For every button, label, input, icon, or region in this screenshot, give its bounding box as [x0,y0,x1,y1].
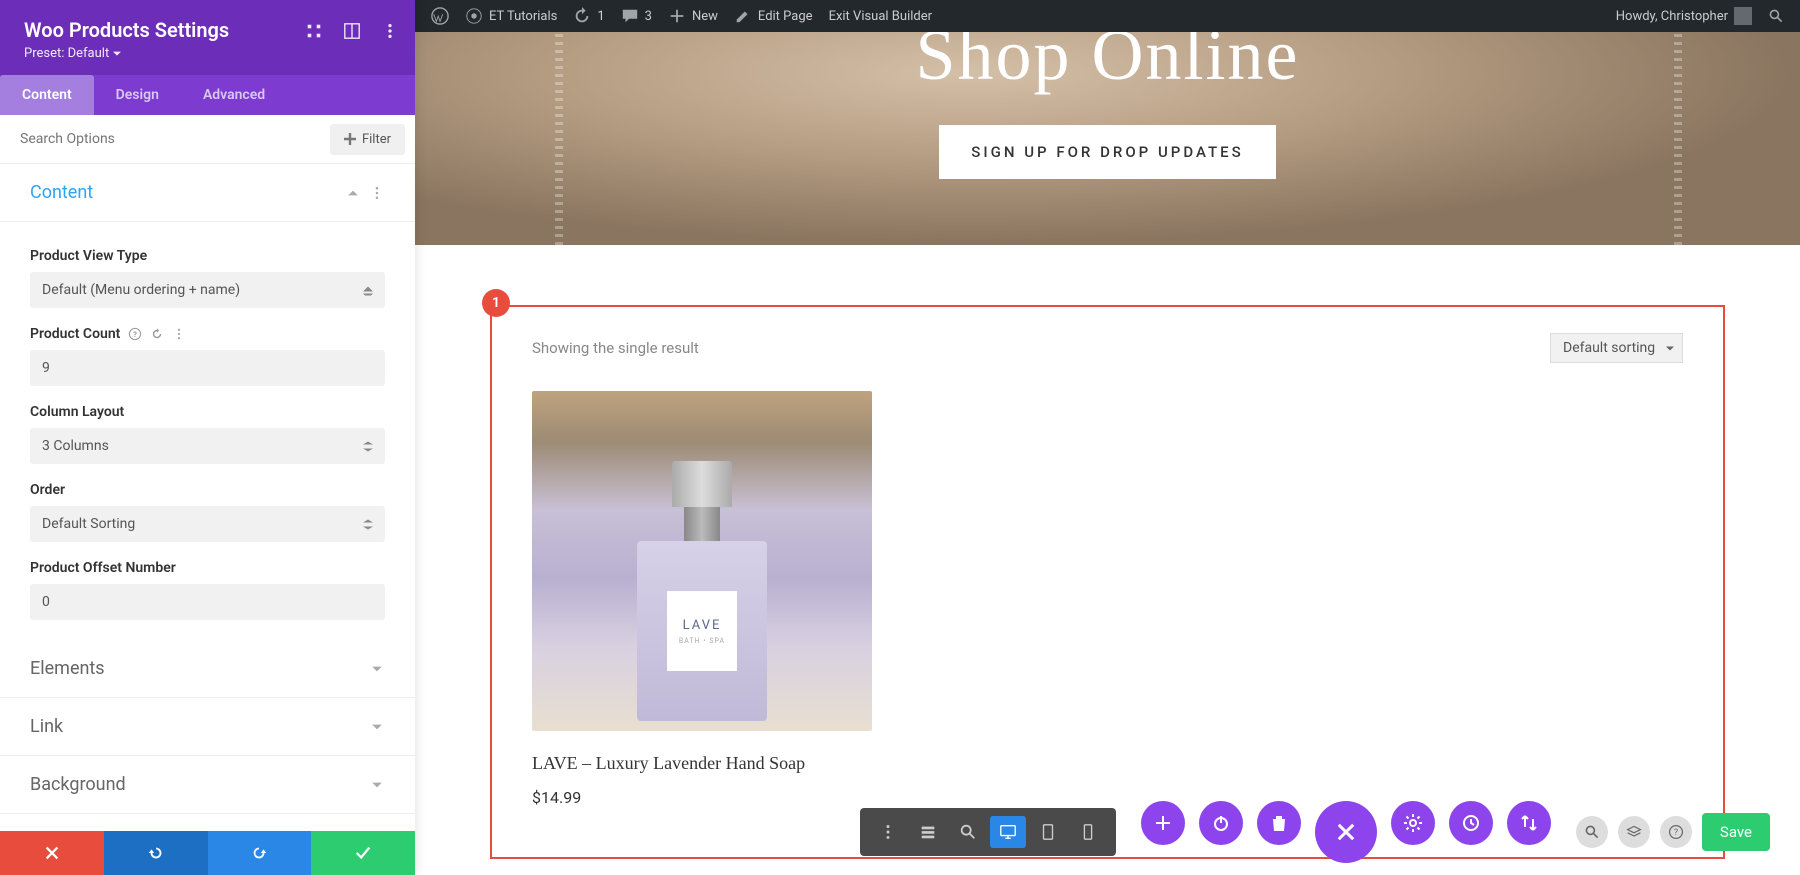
history-button[interactable] [1449,801,1493,845]
column-layout-select[interactable]: 3 Columns [30,428,385,464]
phone-icon[interactable] [1070,816,1106,848]
sort-select[interactable]: Default sorting [1550,333,1683,363]
drag-icon[interactable] [305,22,323,44]
offset-label: Product Offset Number [30,560,385,576]
trash-button[interactable] [1257,801,1301,845]
admin-search[interactable] [1760,0,1792,32]
wireframe-icon[interactable] [910,816,946,848]
kebab-icon[interactable] [369,185,385,201]
confirm-button[interactable] [311,831,415,875]
settings-button[interactable] [1391,801,1435,845]
section-content-head[interactable]: Content [0,164,415,222]
svg-text:?: ? [133,330,137,339]
page-canvas: Shop Online SIGN UP FOR DROP UPDATES 1 S… [415,0,1800,875]
power-button[interactable] [1199,801,1243,845]
product-title[interactable]: LAVE – Luxury Lavender Hand Soap [532,753,872,774]
section-background-head[interactable]: Background [0,756,415,814]
svg-text:?: ? [1674,828,1678,838]
save-button[interactable]: Save [1702,813,1770,851]
product-card[interactable]: LAVEBATH • SPA LAVE – Luxury Lavender Ha… [532,391,872,807]
chevron-down-icon [369,719,385,735]
comments[interactable]: 3 [613,0,660,32]
view-controls [860,808,1116,856]
desktop-icon[interactable] [990,816,1026,848]
new-content[interactable]: New [660,0,726,32]
reset-icon[interactable] [150,327,164,341]
section-link-head[interactable]: Link [0,698,415,756]
updates[interactable]: 1 [565,0,612,32]
offset-input[interactable] [30,584,385,620]
search-row: Filter [0,115,415,164]
close-builder-button[interactable] [1315,801,1377,863]
tab-advanced[interactable]: Advanced [181,75,287,115]
portability-button[interactable] [1507,801,1551,845]
undo-button[interactable] [104,831,208,875]
product-view-type-label: Product View Type [30,248,385,264]
help-icon[interactable]: ? [128,327,142,341]
hero-cta-button[interactable]: SIGN UP FOR DROP UPDATES [939,125,1275,179]
search-input[interactable] [10,123,322,155]
result-count: Showing the single result [532,339,699,357]
tab-content[interactable]: Content [0,75,94,115]
order-label: Order [30,482,385,498]
expand-icon[interactable] [343,22,361,44]
woo-products-module[interactable]: Showing the single result Default sortin… [490,305,1725,859]
redo-button[interactable] [208,831,312,875]
sidebar-footer [0,831,415,875]
chevron-down-icon [369,661,385,677]
kebab-icon[interactable] [172,327,186,341]
product-count-input[interactable] [30,350,385,386]
column-layout-label: Column Layout [30,404,385,420]
add-button[interactable] [1141,801,1185,845]
section-elements-head[interactable]: Elements [0,640,415,698]
hero-section: Shop Online SIGN UP FOR DROP UPDATES [415,0,1800,245]
settings-sidebar: Woo Products Settings Preset: Default Co… [0,0,415,875]
my-account[interactable]: Howdy, Christopher [1608,0,1760,32]
order-select[interactable]: Default Sorting [30,506,385,542]
settings-scroll[interactable]: Content Product View Type Default (Menu … [0,164,415,831]
zoom-icon[interactable] [950,816,986,848]
product-price: $14.99 [532,788,872,807]
kebab-menu-icon[interactable] [381,22,399,44]
preset-selector[interactable]: Preset: Default [24,46,391,61]
product-image: LAVEBATH • SPA [532,391,872,731]
help-button[interactable]: ? [1660,816,1692,848]
exit-visual-builder[interactable]: Exit Visual Builder [821,0,940,32]
tablet-icon[interactable] [1030,816,1066,848]
settings-tabs: Content Design Advanced [0,75,415,115]
layers-button[interactable] [1618,816,1650,848]
edit-page[interactable]: Edit Page [726,0,821,32]
tab-design[interactable]: Design [94,75,181,115]
chevron-down-icon [369,777,385,793]
discard-button[interactable] [0,831,104,875]
sidebar-header: Woo Products Settings Preset: Default [0,0,415,75]
chevron-up-icon [345,185,361,201]
annotation-badge: 1 [482,289,510,317]
avatar-icon [1734,7,1752,25]
search-button[interactable] [1576,816,1608,848]
more-icon[interactable] [870,816,906,848]
site-name[interactable]: ET Tutorials [457,0,565,32]
product-count-label: Product Count ? [30,326,385,342]
product-view-type-select[interactable]: Default (Menu ordering + name) [30,272,385,308]
wp-admin-bar: ET Tutorials 1 3 New Edit Page Exit Visu… [415,0,1800,32]
filter-button[interactable]: Filter [330,124,405,155]
wp-logo[interactable] [423,0,457,32]
